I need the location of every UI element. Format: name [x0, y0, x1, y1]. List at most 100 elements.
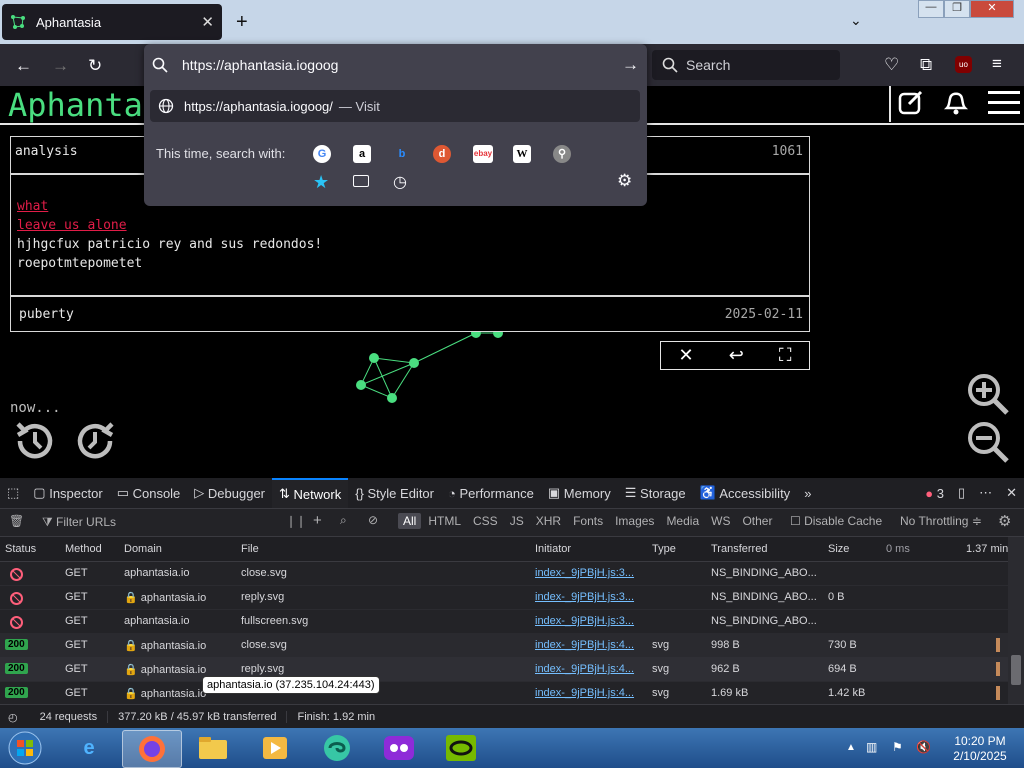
app-swirl-icon[interactable]: [308, 730, 366, 766]
performance-analysis-icon[interactable]: ◴: [8, 711, 18, 724]
tabs-icon[interactable]: [353, 175, 369, 187]
col-transferred[interactable]: Transferred: [711, 543, 767, 555]
compose-icon[interactable]: [897, 88, 925, 119]
bell-icon[interactable]: [943, 88, 969, 119]
filter-fonts[interactable]: Fonts: [568, 513, 608, 529]
filter-other[interactable]: Other: [737, 513, 777, 529]
ublock-origin-icon[interactable]: uo: [955, 56, 972, 73]
devtools-close-icon[interactable]: ✕: [999, 478, 1024, 508]
tab-close-icon[interactable]: ✕: [201, 13, 214, 31]
url-field[interactable]: →: [152, 50, 639, 80]
scrollbar-thumb[interactable]: [1011, 655, 1021, 685]
block-icon[interactable]: ⊘: [368, 513, 378, 527]
card-link-what[interactable]: what: [17, 199, 48, 214]
search-bar[interactable]: Search: [652, 50, 840, 80]
add-icon[interactable]: +: [313, 512, 322, 529]
action-center-flag-icon[interactable]: ⚑: [892, 740, 903, 754]
tab-inspector[interactable]: ▢ Inspector: [26, 478, 109, 508]
dock-icon[interactable]: ▯: [951, 478, 972, 508]
reply-icon[interactable]: ↩: [729, 345, 744, 366]
table-row[interactable]: GET 🔒 aphantasia.io reply.svg index-_9jP…: [0, 585, 1008, 610]
window-close-button[interactable]: ✕: [970, 0, 1014, 18]
internet-explorer-icon[interactable]: e: [60, 730, 118, 766]
card-topic[interactable]: analysis: [15, 144, 78, 159]
network-tray-icon[interactable]: ▥: [866, 740, 877, 754]
filter-media[interactable]: Media: [661, 513, 704, 529]
row-initiator-link[interactable]: index-_9jPBjH.js:4...: [535, 663, 645, 675]
filter-images[interactable]: Images: [610, 513, 659, 529]
site-title[interactable]: Aphantas: [8, 86, 162, 124]
col-size[interactable]: Size: [828, 543, 849, 555]
duckduckgo-engine-icon[interactable]: d: [433, 145, 451, 163]
throttling-select[interactable]: No Throttling ≑: [900, 514, 982, 528]
app-mask-icon[interactable]: [370, 730, 428, 766]
more-tabs-chevron-icon[interactable]: »: [797, 478, 818, 508]
volume-muted-icon[interactable]: 🔇: [916, 740, 931, 754]
search-engine-icon[interactable]: ⚲: [553, 145, 571, 163]
wikipedia-engine-icon[interactable]: W: [513, 145, 531, 163]
ebay-engine-icon[interactable]: ebay: [473, 145, 493, 163]
tab-list-chevron-icon[interactable]: ⌄: [850, 12, 862, 29]
file-explorer-icon[interactable]: [184, 730, 242, 766]
history-forward-icon[interactable]: [72, 418, 118, 467]
table-scrollbar[interactable]: [1008, 537, 1024, 704]
tab-memory[interactable]: ▣ Memory: [541, 478, 618, 508]
bing-engine-icon[interactable]: b: [393, 145, 411, 163]
col-file[interactable]: File: [241, 543, 259, 555]
trash-icon[interactable]: 🗑: [9, 514, 24, 528]
tab-style-editor[interactable]: {} Style Editor: [348, 478, 441, 508]
google-engine-icon[interactable]: G: [313, 145, 331, 163]
row-initiator-link[interactable]: index-_9jPBjH.js:4...: [535, 687, 645, 699]
row-initiator-link[interactable]: index-_9jPBjH.js:3...: [535, 615, 645, 627]
graph-network[interactable]: [340, 320, 540, 410]
new-tab-button[interactable]: +: [236, 11, 248, 34]
filter-html[interactable]: HTML: [423, 513, 466, 529]
col-initiator[interactable]: Initiator: [535, 543, 571, 555]
history-clock-icon[interactable]: ◷: [393, 172, 407, 192]
tab-console[interactable]: ▭ Console: [110, 478, 188, 508]
start-button[interactable]: [0, 730, 50, 766]
tray-expand-icon[interactable]: ▲: [846, 742, 856, 753]
bookmarks-star-icon[interactable]: ★: [313, 172, 329, 193]
url-input[interactable]: [180, 56, 604, 74]
col-method[interactable]: Method: [65, 543, 102, 555]
table-row[interactable]: 200 GET 🔒 aphantasia.io close.svg index-…: [0, 633, 1008, 658]
network-settings-gear-icon[interactable]: ⚙: [998, 512, 1011, 530]
app-menu-icon[interactable]: ≡: [992, 54, 1002, 74]
pocket-icon[interactable]: ♡: [884, 55, 899, 75]
tab-accessibility[interactable]: ♿ Accessibility: [693, 478, 798, 508]
table-row[interactable]: 200 GET 🔒 aphantasia.io index-_9jPBjH.js…: [0, 681, 1008, 706]
filter-css[interactable]: CSS: [468, 513, 503, 529]
element-picker-icon[interactable]: ⬚: [0, 478, 26, 508]
zoom-out-icon[interactable]: [966, 420, 1010, 467]
col-domain[interactable]: Domain: [124, 543, 162, 555]
devtools-menu-icon[interactable]: ⋯: [972, 478, 999, 508]
table-row[interactable]: 200 GET 🔒 aphantasia.io reply.svg index-…: [0, 657, 1008, 682]
table-row[interactable]: GET aphantasia.io fullscreen.svg index-_…: [0, 609, 1008, 634]
disable-cache-checkbox[interactable]: ☐ Disable Cache: [790, 514, 882, 528]
col-type[interactable]: Type: [652, 543, 676, 555]
forward-arrow-icon[interactable]: →: [52, 56, 69, 76]
firefox-icon[interactable]: [122, 730, 182, 768]
search-icon[interactable]: ⌕: [340, 513, 347, 528]
table-row[interactable]: GET aphantasia.io close.svg index-_9jPBj…: [0, 561, 1008, 586]
system-clock[interactable]: 10:20 PM 2/10/2025: [940, 734, 1020, 764]
media-player-icon[interactable]: [246, 730, 304, 766]
minimize-button[interactable]: —: [918, 0, 944, 18]
card-footer-topic[interactable]: puberty: [19, 307, 74, 322]
filter-js[interactable]: JS: [505, 513, 529, 529]
zoom-in-icon[interactable]: [966, 372, 1010, 419]
filter-ws[interactable]: WS: [706, 513, 735, 529]
tab-network[interactable]: ⇅ Network: [272, 478, 349, 508]
tab-debugger[interactable]: ▷ Debugger: [187, 478, 272, 508]
col-status[interactable]: Status: [5, 543, 36, 555]
nvidia-app-icon[interactable]: [432, 730, 490, 766]
fullscreen-icon[interactable]: ⛶: [779, 345, 792, 366]
settings-gear-icon[interactable]: ⚙: [617, 171, 632, 191]
row-initiator-link[interactable]: index-_9jPBjH.js:3...: [535, 591, 645, 603]
reload-icon[interactable]: ↻: [88, 56, 102, 76]
hamburger-menu-icon[interactable]: [988, 90, 1020, 119]
history-back-icon[interactable]: [12, 418, 58, 467]
filter-all[interactable]: All: [398, 513, 422, 529]
tab-performance[interactable]: ◔ Performance: [441, 478, 541, 508]
